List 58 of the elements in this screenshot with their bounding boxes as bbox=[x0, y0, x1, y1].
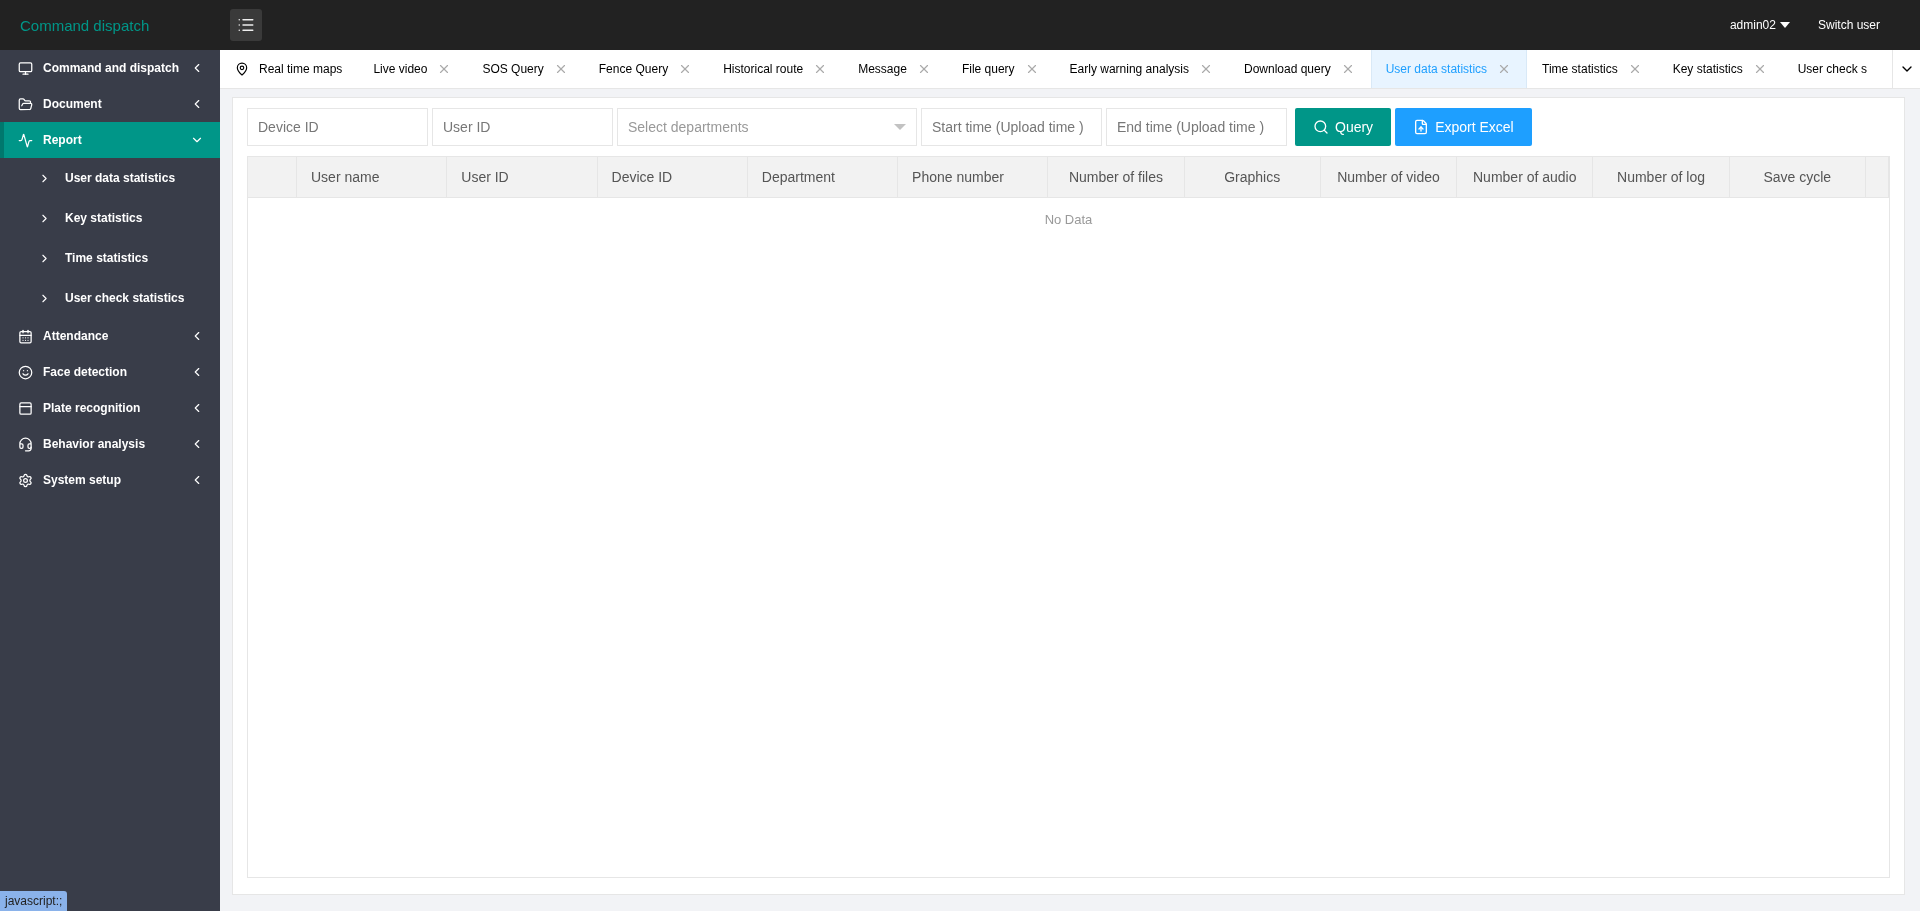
column-header[interactable]: Save cycle bbox=[1729, 157, 1866, 197]
column-header[interactable]: Number of files bbox=[1048, 157, 1185, 197]
tab[interactable]: Live video bbox=[358, 50, 468, 88]
column-header[interactable]: Department bbox=[747, 157, 899, 197]
column-header[interactable]: Device ID bbox=[597, 157, 748, 197]
column-header[interactable]: Number of video bbox=[1320, 157, 1458, 197]
tab[interactable]: Time statistics bbox=[1527, 50, 1658, 88]
tab[interactable]: Fence Query bbox=[583, 50, 709, 88]
tab[interactable]: Early warning analysis bbox=[1054, 50, 1229, 88]
calendar-icon bbox=[18, 328, 33, 344]
sidebar-item[interactable]: Command and dispatch bbox=[0, 50, 220, 86]
sidebar-item[interactable]: Plate recognition bbox=[0, 390, 220, 426]
sidebar-item[interactable]: System setup bbox=[0, 462, 220, 498]
column-header[interactable]: Graphics bbox=[1184, 157, 1321, 197]
headset-icon bbox=[18, 436, 33, 452]
folder-icon bbox=[18, 96, 33, 112]
sidebar-subitem[interactable]: User data statistics bbox=[0, 158, 220, 198]
tab[interactable]: User check s bbox=[1782, 50, 1883, 88]
input-field[interactable]: End time (Upload time ) bbox=[1106, 108, 1287, 146]
menu-button[interactable] bbox=[230, 9, 262, 41]
tab[interactable]: File query bbox=[946, 50, 1055, 88]
tab[interactable]: Historical route bbox=[708, 50, 844, 88]
smiley-icon bbox=[18, 364, 33, 380]
menu-icon bbox=[237, 16, 255, 34]
monitor-icon bbox=[18, 60, 33, 76]
input-field[interactable]: Device ID bbox=[247, 108, 428, 146]
tab[interactable]: Real time maps bbox=[220, 50, 359, 88]
tab[interactable]: Key statistics bbox=[1657, 50, 1783, 88]
settings-icon bbox=[18, 472, 33, 488]
input-field[interactable]: User ID bbox=[432, 108, 613, 146]
sidebar-subitem[interactable]: User check statistics bbox=[0, 278, 220, 318]
sidebar-item[interactable]: Face detection bbox=[0, 354, 220, 390]
sidebar-item[interactable]: Document bbox=[0, 86, 220, 122]
user-menu[interactable]: admin02 bbox=[1729, 18, 1790, 32]
panel-icon bbox=[18, 400, 33, 416]
column-header[interactable]: Number of audio bbox=[1457, 157, 1594, 197]
switch-user-link[interactable]: Switch user bbox=[1817, 18, 1880, 32]
sidebar-item[interactable]: Report bbox=[0, 122, 220, 158]
location-pin-icon bbox=[235, 62, 249, 76]
tab[interactable]: Message bbox=[843, 50, 947, 88]
sidebar-item[interactable]: Behavior analysis bbox=[0, 426, 220, 462]
empty-message: No Data bbox=[1043, 211, 1094, 227]
column-header[interactable]: User name bbox=[297, 157, 448, 197]
sidebar-subitem[interactable]: Key statistics bbox=[0, 198, 220, 238]
app-title: Command dispatch bbox=[19, 16, 151, 34]
chart-icon bbox=[18, 132, 33, 148]
tab[interactable]: Download query bbox=[1228, 50, 1371, 88]
input-field[interactable]: Start time (Upload time ) bbox=[921, 108, 1102, 146]
status-tooltip: javascript:; bbox=[0, 891, 68, 911]
column-header[interactable]: User ID bbox=[447, 157, 598, 197]
sidebar-subitem[interactable]: Time statistics bbox=[0, 238, 220, 278]
search-icon bbox=[1313, 119, 1329, 135]
column-header[interactable]: Phone number bbox=[898, 157, 1049, 197]
column-header[interactable]: Number of log bbox=[1593, 157, 1730, 197]
tab[interactable]: SOS Query bbox=[467, 50, 584, 88]
sidebar-item[interactable]: Attendance bbox=[0, 318, 220, 354]
query-button[interactable]: Query bbox=[1295, 108, 1392, 146]
export-icon bbox=[1413, 119, 1430, 135]
